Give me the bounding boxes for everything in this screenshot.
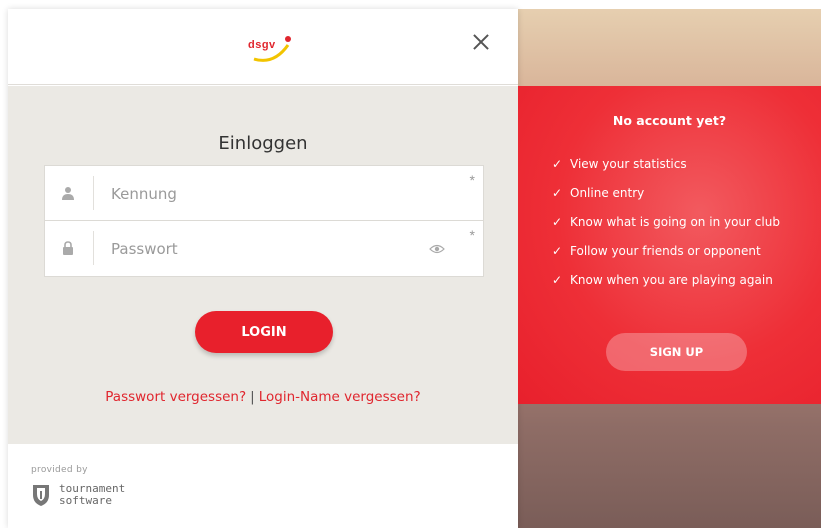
logo-text: dsgv [248, 39, 276, 51]
required-mark: * [469, 172, 475, 188]
provided-by-label: provided by [31, 465, 88, 475]
check-icon: ✓ [552, 244, 563, 258]
modal-footer: provided by tournament software [8, 445, 518, 528]
username-input[interactable] [111, 178, 441, 210]
signup-promo: No account yet? ✓ View your statistics ✓ O… [518, 86, 821, 404]
modal-header: dsgv [8, 9, 518, 85]
shield-icon [33, 485, 49, 506]
link-separator: | [250, 389, 255, 405]
lock-icon [63, 241, 73, 255]
eye-icon[interactable] [429, 243, 445, 255]
benefit-text: Follow your friends or opponent [570, 244, 761, 258]
check-icon: ✓ [552, 273, 563, 287]
forgot-password-link[interactable]: Passwort vergessen? [105, 389, 246, 405]
dsgv-logo: dsgv [248, 31, 294, 65]
tournament-software-logo: tournament software [31, 481, 151, 511]
benefit-item: ✓ Know what is going on in your club [552, 214, 780, 243]
benefit-list: ✓ View your statistics ✓ Online entry ✓ Kno… [552, 156, 780, 301]
brand-text: tournament software [59, 483, 125, 507]
brand-line-2: software [59, 494, 112, 507]
close-icon[interactable] [470, 31, 492, 53]
forgot-login-name-link[interactable]: Login-Name vergessen? [259, 389, 421, 405]
login-button[interactable]: LOGIN [195, 311, 333, 353]
login-title: Einloggen [218, 133, 308, 154]
benefit-item: ✓ Follow your friends or opponent [552, 243, 780, 272]
promo-title: No account yet? [612, 113, 727, 128]
benefit-text: View your statistics [570, 157, 687, 171]
password-field: * [44, 221, 484, 277]
username-field: * [44, 165, 484, 221]
field-divider [93, 231, 94, 265]
benefit-item: ✓ Know when you are playing again [552, 272, 780, 301]
login-modal: dsgv Einloggen * [8, 9, 518, 528]
benefit-item: ✓ Online entry [552, 185, 780, 214]
user-icon [62, 187, 74, 200]
benefit-text: Know when you are playing again [570, 273, 773, 287]
benefit-text: Know what is going on in your club [570, 215, 780, 229]
password-input[interactable] [111, 233, 441, 265]
check-icon: ✓ [552, 186, 563, 200]
check-icon: ✓ [552, 215, 563, 229]
forgot-links: Passwort vergessen? | Login-Name vergessen… [8, 389, 518, 405]
sign-up-button[interactable]: SIGN UP [606, 333, 747, 371]
login-form: Einloggen * [8, 86, 518, 444]
required-mark: * [469, 227, 475, 243]
page: dsgv Einloggen * [0, 0, 821, 528]
check-icon: ✓ [552, 157, 563, 171]
benefit-item: ✓ View your statistics [552, 156, 780, 185]
benefit-text: Online entry [570, 186, 645, 200]
field-divider [93, 176, 94, 210]
